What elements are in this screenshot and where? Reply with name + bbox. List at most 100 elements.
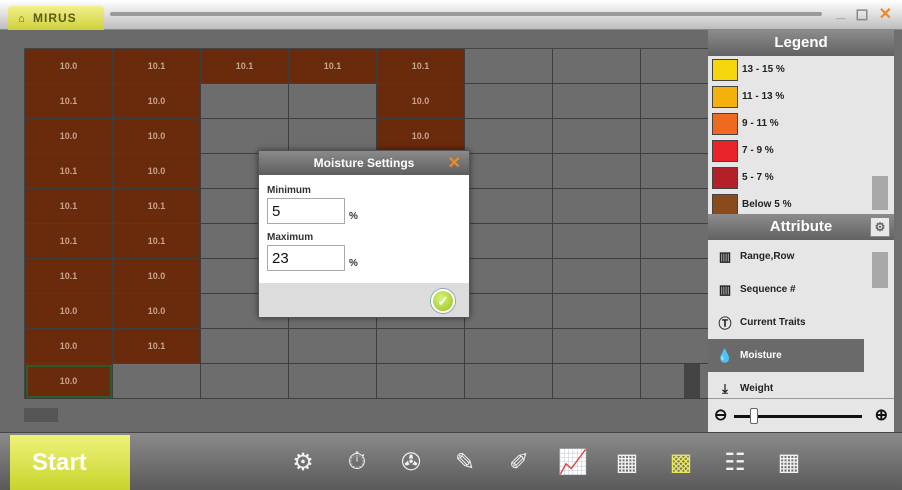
field-map-icon[interactable]: ▩	[662, 443, 700, 481]
start-button[interactable]: Start	[10, 435, 130, 490]
plot-cell[interactable]	[465, 49, 553, 84]
plot-cell[interactable]	[553, 84, 641, 119]
plot-cell[interactable]	[201, 119, 289, 154]
pencil-icon[interactable]: ✎	[446, 443, 484, 481]
plot-cell[interactable]: 10.0	[113, 84, 201, 119]
plot-cell[interactable]: 10.0	[25, 294, 113, 329]
compass-icon[interactable]: ✇	[392, 443, 430, 481]
attribute-item[interactable]: 💧 Moisture	[708, 339, 864, 372]
attribute-item[interactable]: ▥ Range,Row	[708, 240, 864, 273]
grid-view-icon[interactable]: ▦	[608, 443, 646, 481]
plot-cell[interactable]	[201, 84, 289, 119]
plot-cell[interactable]: 10.1	[25, 154, 113, 189]
plot-cell[interactable]: 10.0	[25, 119, 113, 154]
plot-cell[interactable]	[641, 189, 708, 224]
app-tab[interactable]: ⌂ MIRUS	[8, 6, 104, 30]
plot-cell[interactable]	[465, 189, 553, 224]
plot-cell[interactable]	[289, 119, 377, 154]
plot-cell[interactable]: 10.1	[113, 189, 201, 224]
plot-cell[interactable]: 10.0	[113, 119, 201, 154]
check-icon: ✓	[437, 293, 449, 309]
legend-item: 7 - 9 %	[708, 137, 894, 164]
keypad-icon[interactable]: ▦	[770, 443, 808, 481]
legend-label: 9 - 11 %	[742, 118, 779, 129]
settings-gear-icon[interactable]: ⚙	[284, 443, 322, 481]
plot-cell[interactable]	[553, 154, 641, 189]
plot-cell[interactable]	[553, 49, 641, 84]
plot-cell[interactable]	[553, 364, 641, 399]
plot-cell[interactable]	[201, 329, 289, 364]
plot-cell[interactable]: 10.0	[113, 294, 201, 329]
plot-cell[interactable]	[465, 84, 553, 119]
plot-cell[interactable]: 10.1	[25, 189, 113, 224]
maximize-icon[interactable]: ◻	[855, 4, 868, 24]
attribute-scrollbar[interactable]	[872, 252, 888, 288]
plot-cell[interactable]: 10.1	[25, 84, 113, 119]
plot-cell[interactable]: 10.0	[377, 119, 465, 154]
plot-cell[interactable]	[553, 119, 641, 154]
legend-scrollbar[interactable]	[872, 176, 888, 210]
attribute-item[interactable]: Ⓣ Current Traits	[708, 306, 864, 339]
zoom-slider-thumb[interactable]	[750, 408, 758, 424]
plot-cell[interactable]	[465, 364, 553, 399]
attribute-settings-icon[interactable]: ⚙	[870, 217, 890, 237]
plot-cell[interactable]	[641, 49, 708, 84]
chart-icon[interactable]: 📈	[554, 443, 592, 481]
close-icon[interactable]: ✕	[448, 153, 461, 173]
plot-cell[interactable]	[553, 189, 641, 224]
plot-cell[interactable]	[641, 329, 708, 364]
plot-cell[interactable]	[113, 364, 201, 399]
plot-cell[interactable]: 10.1	[377, 49, 465, 84]
plot-cell[interactable]	[553, 329, 641, 364]
plot-cell[interactable]: 10.1	[289, 49, 377, 84]
plot-cell[interactable]	[553, 259, 641, 294]
plot-cell[interactable]	[377, 329, 465, 364]
plot-cell[interactable]: 10.1	[201, 49, 289, 84]
plot-cell[interactable]	[641, 119, 708, 154]
legend-swatch	[712, 193, 738, 214]
plot-cell[interactable]	[289, 84, 377, 119]
plot-cell[interactable]: 10.1	[113, 224, 201, 259]
plot-cell[interactable]: 10.0	[113, 259, 201, 294]
plot-cell[interactable]: 10.1	[25, 259, 113, 294]
plot-cell[interactable]: 10.1	[113, 49, 201, 84]
plot-cell[interactable]	[289, 364, 377, 399]
plot-cell[interactable]	[553, 294, 641, 329]
plot-cell[interactable]	[465, 224, 553, 259]
plot-cell[interactable]: 10.0	[25, 364, 113, 399]
plot-cell[interactable]	[289, 329, 377, 364]
plot-cell[interactable]	[641, 84, 708, 119]
plot-cell[interactable]	[465, 294, 553, 329]
plot-cell[interactable]: 10.1	[25, 224, 113, 259]
plot-cell[interactable]	[641, 154, 708, 189]
zoom-out-icon[interactable]: ⊖	[714, 405, 727, 425]
edit-icon[interactable]: ✐	[500, 443, 538, 481]
close-icon[interactable]: ✕	[879, 4, 892, 24]
plot-cell[interactable]	[465, 259, 553, 294]
timer-icon[interactable]: ⏱	[338, 443, 376, 481]
plot-cell[interactable]	[465, 329, 553, 364]
maximum-input[interactable]	[267, 245, 345, 271]
minimize-icon[interactable]: _	[836, 4, 845, 24]
plot-cell[interactable]	[641, 224, 708, 259]
plot-cell[interactable]: 10.0	[377, 84, 465, 119]
plot-cell[interactable]: 10.0	[25, 49, 113, 84]
plot-cell[interactable]	[465, 119, 553, 154]
plot-cell[interactable]	[553, 224, 641, 259]
confirm-button[interactable]: ✓	[431, 289, 455, 313]
legend-swatch	[712, 85, 738, 108]
table-icon[interactable]: ☷	[716, 443, 754, 481]
plot-cell[interactable]: 10.1	[113, 329, 201, 364]
minimum-input[interactable]	[267, 198, 345, 224]
attribute-item[interactable]: ▥ Sequence #	[708, 273, 864, 306]
vertical-scrollbar[interactable]	[684, 364, 700, 398]
plot-cell[interactable]: 10.0	[25, 329, 113, 364]
zoom-in-icon[interactable]: ⊕	[875, 405, 888, 425]
horizontal-scrollbar[interactable]	[24, 408, 58, 422]
plot-cell[interactable]	[465, 154, 553, 189]
plot-cell[interactable]	[641, 259, 708, 294]
plot-cell[interactable]	[377, 364, 465, 399]
plot-cell[interactable]	[641, 294, 708, 329]
plot-cell[interactable]: 10.0	[113, 154, 201, 189]
plot-cell[interactable]	[201, 364, 289, 399]
